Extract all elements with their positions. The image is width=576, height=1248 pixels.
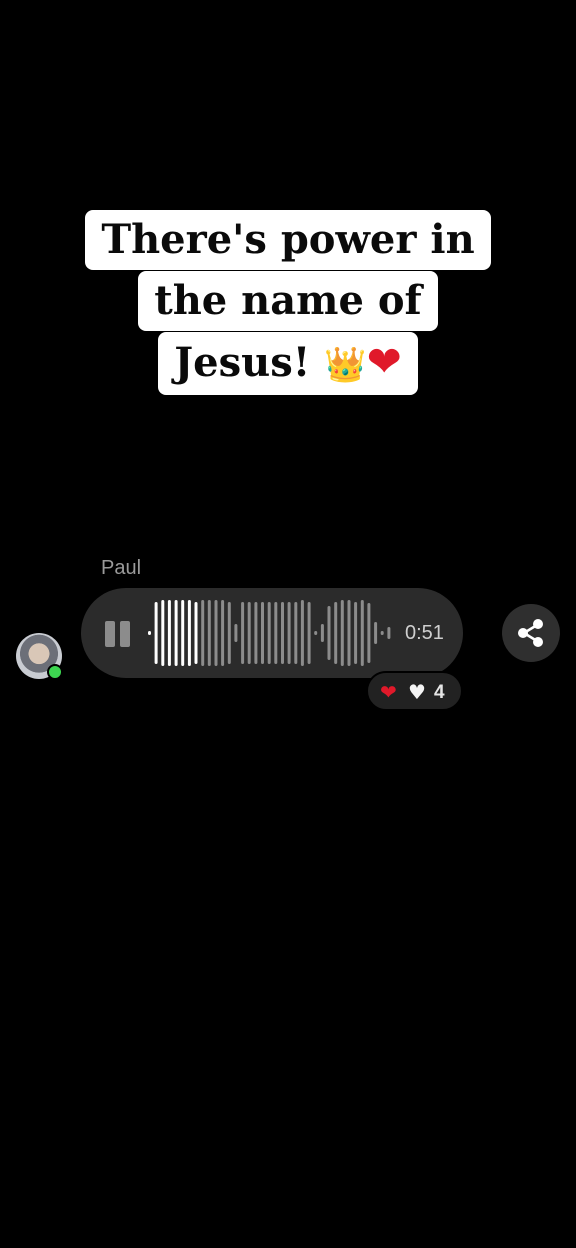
caption-line-3-text: Jesus! bbox=[174, 339, 325, 386]
waveform-bar bbox=[241, 602, 245, 664]
waveform-bar bbox=[300, 600, 304, 666]
caption-line-2: the name of bbox=[138, 271, 438, 331]
pause-icon-bar bbox=[120, 621, 130, 647]
waveform-bar bbox=[227, 602, 231, 664]
waveform-bar bbox=[234, 624, 238, 642]
red-heart-icon: ❤ bbox=[380, 680, 397, 704]
audio-waveform[interactable] bbox=[147, 598, 393, 668]
waveform-bar bbox=[167, 600, 171, 666]
waveform-bar bbox=[274, 602, 278, 664]
caption-line-1: There's power in bbox=[85, 210, 491, 270]
waveform-bar bbox=[174, 600, 178, 666]
waveform-bar bbox=[374, 622, 378, 644]
waveform-bar bbox=[367, 603, 371, 663]
waveform-bar bbox=[187, 600, 191, 666]
pause-icon bbox=[105, 621, 115, 647]
waveform-bar bbox=[320, 624, 324, 642]
waveform-bar bbox=[148, 631, 151, 635]
share-icon bbox=[518, 619, 543, 647]
waveform-bar bbox=[314, 631, 318, 635]
reactions-pill[interactable]: ❤ ♥ 4 bbox=[366, 671, 463, 711]
waveform-bar bbox=[360, 600, 364, 666]
waveform-bar bbox=[261, 602, 264, 664]
waveform-bar bbox=[307, 602, 311, 664]
waveform-bar bbox=[327, 606, 331, 660]
share-button[interactable] bbox=[502, 604, 560, 662]
online-status-dot bbox=[47, 664, 63, 680]
waveform-bar bbox=[254, 602, 258, 664]
audio-duration: 0:51 bbox=[405, 622, 444, 644]
waveform-bar bbox=[161, 600, 165, 666]
voice-message-bubble[interactable]: 0:51 bbox=[81, 588, 463, 678]
pause-button[interactable] bbox=[105, 621, 131, 647]
waveform-bar bbox=[154, 602, 158, 664]
waveform-bar bbox=[354, 602, 358, 664]
crown-icon: 👑 bbox=[324, 345, 367, 385]
waveform-bar bbox=[194, 602, 198, 664]
waveform-bar bbox=[214, 600, 218, 666]
waveform-bar bbox=[347, 600, 351, 666]
waveform-bar bbox=[207, 600, 211, 666]
waveform-bar bbox=[267, 602, 271, 664]
white-heart-icon: ♥ bbox=[408, 680, 426, 704]
waveform-bar bbox=[181, 600, 185, 666]
waveform-bar bbox=[247, 602, 251, 664]
waveform-bar bbox=[334, 602, 338, 664]
heart-icon: ❤ bbox=[366, 337, 402, 386]
waveform-bar bbox=[281, 602, 284, 664]
waveform-bar bbox=[294, 602, 298, 664]
reaction-count: 4 bbox=[434, 682, 445, 703]
waveform-bar bbox=[387, 627, 391, 639]
caption-overlay: There's power in the name of Jesus! 👑❤ bbox=[0, 210, 576, 395]
waveform-bar bbox=[287, 602, 291, 664]
sender-name: Paul bbox=[101, 557, 142, 579]
waveform-bar bbox=[340, 600, 344, 666]
caption-line-3: Jesus! 👑❤ bbox=[158, 332, 418, 395]
waveform-bar bbox=[221, 600, 225, 666]
waveform-bar bbox=[380, 631, 384, 635]
waveform-bar bbox=[201, 600, 205, 666]
